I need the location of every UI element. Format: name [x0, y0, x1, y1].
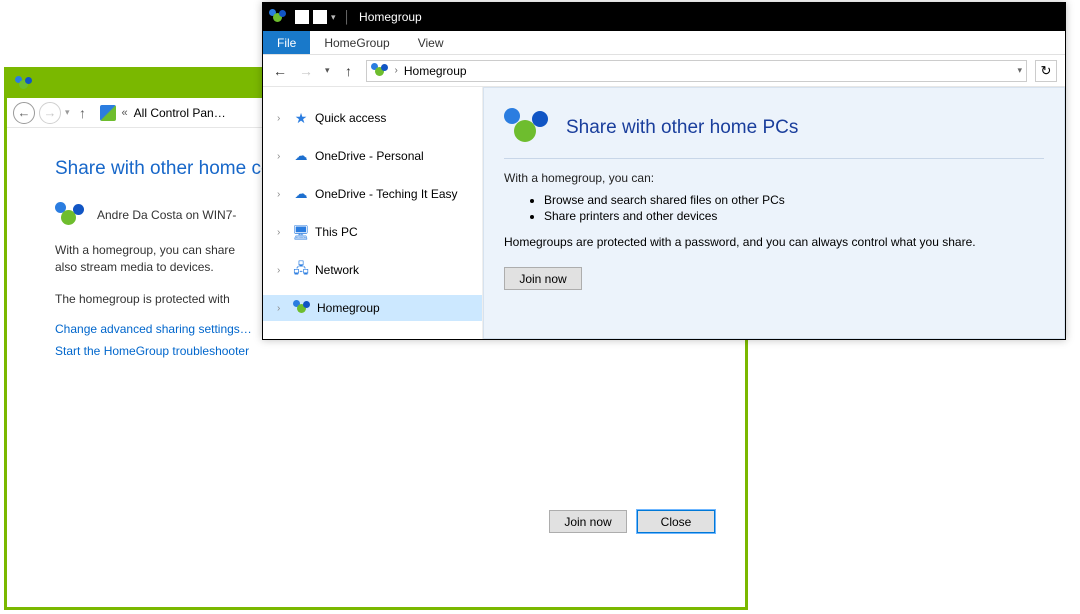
cloud-icon: ☁ — [293, 148, 309, 164]
network-icon: 🖧 — [293, 262, 309, 278]
up-button[interactable]: ↑ — [74, 105, 92, 121]
tree-quick-access[interactable]: › ★ Quick access — [263, 105, 482, 131]
address-box[interactable]: › Homegroup ▾ — [366, 60, 1027, 82]
forward-button[interactable]: → — [39, 102, 61, 124]
explorer-window: ▾ │ Homegroup File HomeGroup View ← → ▾ … — [262, 2, 1066, 340]
back-button[interactable]: ← — [13, 102, 35, 124]
title-separator: │ — [344, 10, 352, 24]
homegroup-icon — [371, 63, 389, 79]
monitor-icon: 🖥 — [293, 224, 309, 240]
chevron-right-icon[interactable]: › — [277, 227, 287, 238]
qat-dropdown-icon[interactable]: ▾ — [331, 12, 336, 23]
pane-bullets: Browse and search shared files on other … — [544, 193, 1044, 223]
pane-bullet-1: Browse and search shared files on other … — [544, 193, 1044, 207]
back-button[interactable]: ← — [271, 63, 289, 79]
tree-onedrive-teching[interactable]: › ☁ OneDrive - Teching It Easy — [263, 181, 482, 207]
homegroup-icon — [269, 9, 287, 25]
cp-button-row: Join now Close — [549, 510, 715, 533]
homegroup-icon — [504, 108, 550, 148]
chevron-right-icon[interactable]: › — [277, 265, 287, 276]
tree-network[interactable]: › 🖧 Network — [263, 257, 482, 283]
pane-note: Homegroups are protected with a password… — [504, 235, 1044, 249]
tree-homegroup[interactable]: › Homegroup — [263, 295, 482, 321]
qat-item-2[interactable] — [313, 10, 327, 24]
address-crumb[interactable]: Homegroup — [404, 64, 467, 78]
tree-onedrive-personal[interactable]: › ☁ OneDrive - Personal — [263, 143, 482, 169]
breadcrumb-text[interactable]: All Control Pan… — [134, 106, 226, 120]
star-icon: ★ — [293, 110, 309, 126]
address-chevron-icon[interactable]: › — [395, 65, 398, 76]
link-homegroup-troubleshooter[interactable]: Start the HomeGroup troubleshooter — [55, 344, 697, 358]
homegroup-icon — [293, 300, 311, 316]
refresh-icon: ↻ — [1041, 63, 1052, 79]
tab-view[interactable]: View — [404, 31, 458, 54]
pane-bullet-2: Share printers and other devices — [544, 209, 1044, 223]
chevron-left-icon: « — [120, 107, 130, 119]
join-now-button[interactable]: Join now — [549, 510, 627, 533]
chevron-right-icon[interactable]: › — [277, 151, 287, 162]
history-dropdown-icon[interactable]: ▾ — [65, 107, 70, 118]
homegroup-icon — [55, 202, 85, 228]
tree-this-pc[interactable]: › 🖥 This PC — [263, 219, 482, 245]
chevron-right-icon[interactable]: › — [277, 113, 287, 124]
history-dropdown-icon[interactable]: ▾ — [323, 65, 332, 76]
tab-file[interactable]: File — [263, 31, 310, 54]
chevron-right-icon[interactable]: › — [277, 303, 287, 314]
join-now-button[interactable]: Join now — [504, 267, 582, 290]
nav-tree: › ★ Quick access › ☁ OneDrive - Personal… — [263, 87, 483, 339]
up-button[interactable]: ↑ — [340, 63, 358, 79]
content-pane: Share with other home PCs With a homegro… — [483, 87, 1065, 339]
homegroup-icon — [15, 76, 33, 92]
qat-item-1[interactable] — [295, 10, 309, 24]
pane-subheading: With a homegroup, you can: — [504, 171, 1044, 185]
address-bar: ← → ▾ ↑ › Homegroup ▾ ↻ — [263, 55, 1065, 87]
pane-heading: Share with other home PCs — [566, 117, 798, 139]
control-panel-icon — [100, 105, 116, 121]
tab-homegroup[interactable]: HomeGroup — [310, 31, 403, 54]
refresh-button[interactable]: ↻ — [1035, 60, 1057, 82]
ribbon-tabs: File HomeGroup View — [263, 31, 1065, 55]
cloud-icon: ☁ — [293, 186, 309, 202]
quick-access-toolbar: ▾ — [295, 10, 336, 24]
address-dropdown-icon[interactable]: ▾ — [1017, 65, 1026, 76]
window-title: Homegroup — [359, 10, 422, 24]
forward-button[interactable]: → — [297, 63, 315, 79]
cp-user-line: Andre Da Costa on WIN7- — [97, 208, 236, 222]
close-button[interactable]: Close — [637, 510, 715, 533]
explorer-titlebar[interactable]: ▾ │ Homegroup — [263, 3, 1065, 31]
chevron-right-icon[interactable]: › — [277, 189, 287, 200]
